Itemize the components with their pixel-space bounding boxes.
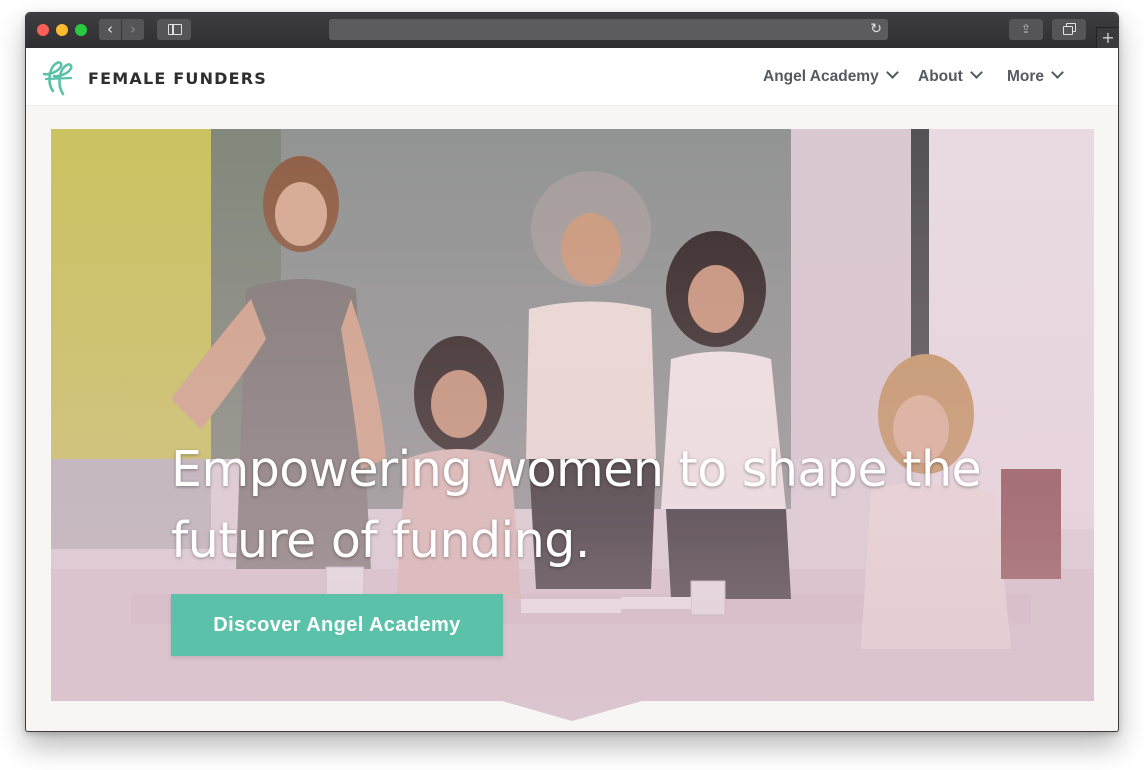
reload-icon[interactable]: ↻ — [870, 19, 882, 40]
hero-banner: Empowering women to shape the future of … — [51, 129, 1094, 701]
chevron-right-icon: › — [130, 20, 136, 38]
address-bar[interactable]: ↻ — [329, 19, 888, 40]
browser-window: ‹ › ↻ ⇪ + FEMALE FUNDERS Angel Academy A… — [25, 12, 1119, 732]
nav-label: About — [918, 68, 963, 85]
plus-icon: + — [1101, 28, 1115, 47]
brand-name[interactable]: FEMALE FUNDERS — [88, 69, 267, 88]
new-tab-button[interactable]: + — [1096, 27, 1118, 49]
nav-angel-academy[interactable]: Angel Academy — [763, 66, 899, 86]
chevron-down-icon — [969, 66, 983, 79]
zoom-window-button[interactable] — [75, 24, 87, 36]
close-window-button[interactable] — [37, 24, 49, 36]
nav-label: More — [1007, 68, 1045, 85]
ff-script-logo-icon[interactable] — [41, 57, 77, 97]
site-header: FEMALE FUNDERS Angel Academy About More — [26, 48, 1118, 106]
nav-more[interactable]: More — [1007, 66, 1064, 86]
tabs-icon-front — [1063, 26, 1073, 35]
chevron-left-icon: ‹ — [107, 20, 113, 38]
sidebar-toggle-button[interactable] — [157, 19, 191, 40]
forward-button[interactable]: › — [122, 19, 144, 40]
hero-headline: Empowering women to shape the future of … — [171, 441, 982, 569]
chevron-down-icon — [885, 66, 899, 79]
back-button[interactable]: ‹ — [99, 19, 121, 40]
discover-angel-academy-button[interactable]: Discover Angel Academy — [171, 594, 503, 656]
show-tabs-button[interactable] — [1052, 19, 1086, 40]
hero-bottom-notch — [502, 701, 642, 721]
share-button[interactable]: ⇪ — [1009, 19, 1043, 40]
browser-titlebar: ‹ › ↻ ⇪ + — [26, 13, 1118, 49]
nav-about[interactable]: About — [918, 66, 983, 86]
nav-label: Angel Academy — [763, 68, 879, 85]
minimize-window-button[interactable] — [56, 24, 68, 36]
chevron-down-icon — [1051, 66, 1064, 79]
share-icon: ⇪ — [1020, 22, 1032, 36]
sidebar-icon — [168, 24, 182, 35]
